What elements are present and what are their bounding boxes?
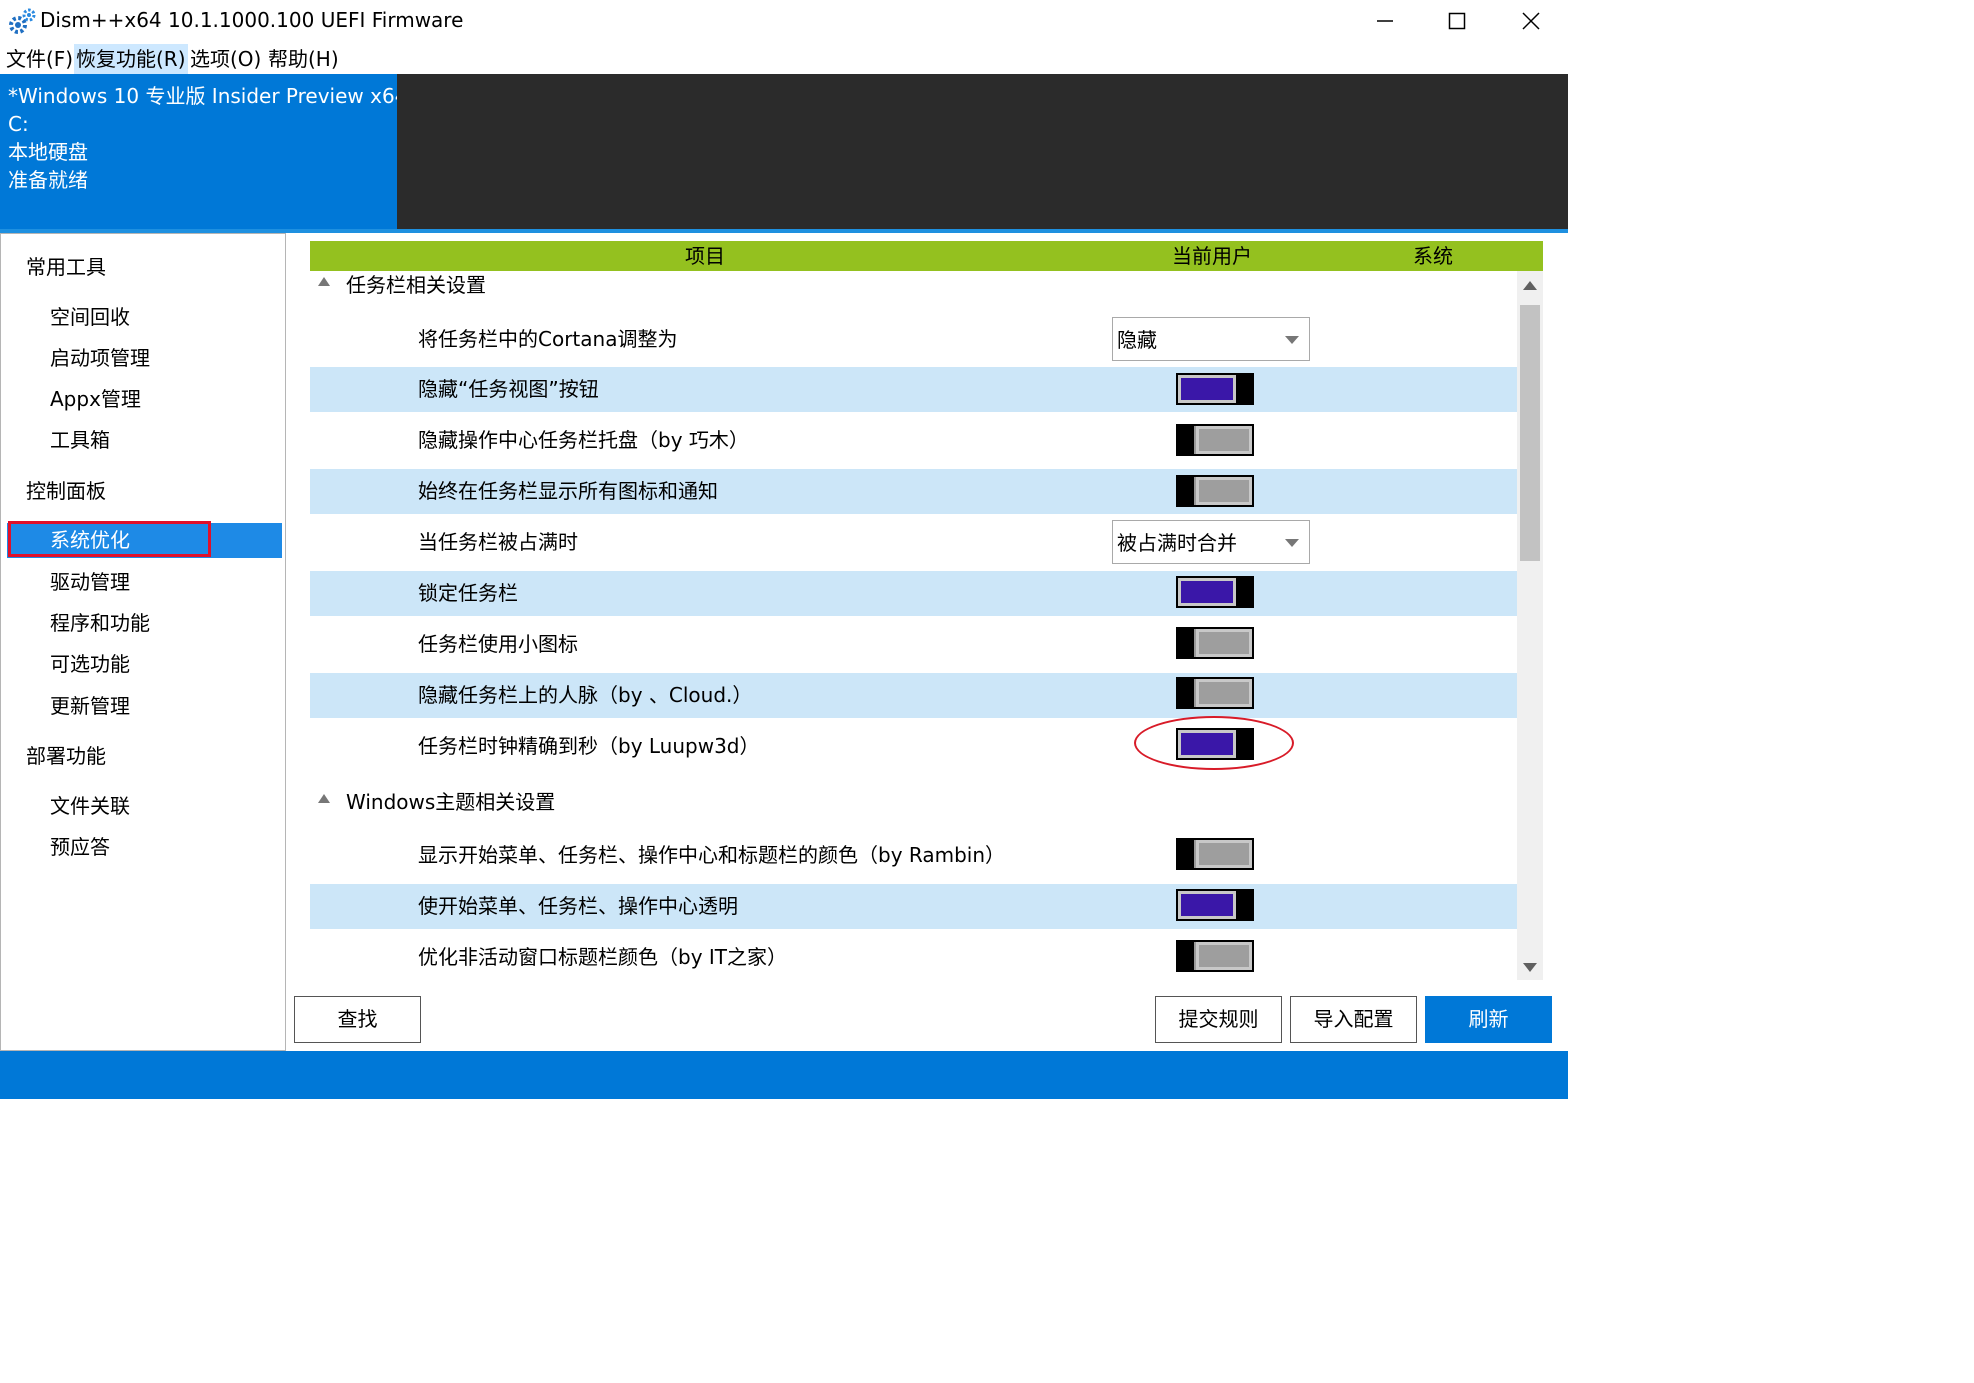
toggle-knob xyxy=(1176,677,1194,709)
image-list-area xyxy=(397,74,1568,232)
vertical-scrollbar[interactable] xyxy=(1517,271,1543,980)
toggle-knob xyxy=(1176,627,1194,659)
group-title: 任务栏相关设置 xyxy=(346,273,486,297)
row-label: 隐藏操作中心任务栏托盘（by 巧木） xyxy=(418,428,749,452)
table-row[interactable]: 当任务栏被占满时 被占满时合并 xyxy=(310,516,1517,568)
dropdown-value: 被占满时合并 xyxy=(1117,531,1237,555)
taskbar-full-dropdown[interactable]: 被占满时合并 xyxy=(1112,520,1310,564)
close-icon xyxy=(1522,12,1540,30)
sidebar-item-file-assoc[interactable]: 文件关联 xyxy=(50,789,130,823)
sidebar-item-space-reclaim[interactable]: 空间回收 xyxy=(50,300,130,334)
group-windows-theme[interactable]: Windows主题相关设置 xyxy=(310,784,1517,820)
gear-icon xyxy=(8,6,38,36)
toggle-knob xyxy=(1176,424,1194,456)
row-label: 隐藏任务栏上的人脉（by 、Cloud.） xyxy=(418,683,753,707)
table-row[interactable]: 始终在任务栏显示所有图标和通知 xyxy=(310,469,1517,514)
table-row[interactable]: 使开始菜单、任务栏、操作中心透明 xyxy=(310,884,1517,929)
toggle-switch-off[interactable] xyxy=(1176,424,1254,456)
image-info-panel[interactable]: *Windows 10 专业版 Insider Preview x64 C: 本… xyxy=(0,74,407,232)
table-row[interactable]: 隐藏操作中心任务栏托盘（by 巧木） xyxy=(310,418,1517,463)
import-config-button[interactable]: 导入配置 xyxy=(1290,996,1417,1043)
sidebar-item-appx[interactable]: Appx管理 xyxy=(50,382,141,416)
chevron-down-icon xyxy=(1285,336,1299,344)
table-row[interactable]: 锁定任务栏 xyxy=(310,571,1517,616)
menu-recovery[interactable]: 恢复功能(R) xyxy=(74,44,188,74)
table-row[interactable]: 显示开始菜单、任务栏、操作中心和标题栏的颜色（by Rambin） xyxy=(310,833,1517,878)
sidebar-item-system-optimize[interactable]: 系统优化 xyxy=(50,523,130,557)
window-title: Dism++x64 10.1.1000.100 UEFI Firmware xyxy=(40,8,464,32)
group-title: Windows主题相关设置 xyxy=(346,790,556,814)
toggle-knob xyxy=(1236,373,1254,405)
menu-help[interactable]: 帮助(H) xyxy=(266,44,341,74)
minimize-icon xyxy=(1377,20,1393,22)
image-drive: C: xyxy=(8,112,29,136)
sidebar-item-programs[interactable]: 程序和功能 xyxy=(50,606,150,640)
menu-file[interactable]: 文件(F) xyxy=(4,44,75,74)
table-row[interactable]: 隐藏“任务视图”按钮 xyxy=(310,367,1517,412)
row-label: 始终在任务栏显示所有图标和通知 xyxy=(418,479,718,503)
refresh-button[interactable]: 刷新 xyxy=(1425,996,1552,1043)
dropdown-value: 隐藏 xyxy=(1117,328,1157,352)
sidebar-item-optional-features[interactable]: 可选功能 xyxy=(50,647,130,681)
annotation-red-circle xyxy=(1134,716,1294,770)
toggle-switch-on[interactable] xyxy=(1176,373,1254,405)
toggle-knob xyxy=(1236,889,1254,921)
toggle-knob xyxy=(1176,475,1194,507)
scroll-up-arrow-icon[interactable] xyxy=(1523,281,1537,290)
status-bar xyxy=(0,1051,1568,1099)
group-taskbar[interactable]: 任务栏相关设置 xyxy=(310,267,1517,303)
image-os-name: *Windows 10 专业版 Insider Preview x64 xyxy=(8,84,408,108)
toggle-switch-off[interactable] xyxy=(1176,475,1254,507)
row-label: 隐藏“任务视图”按钮 xyxy=(418,377,599,401)
sidebar-item-toolbox[interactable]: 工具箱 xyxy=(50,423,110,457)
table-row[interactable]: 隐藏任务栏上的人脉（by 、Cloud.） xyxy=(310,673,1517,718)
toggle-knob xyxy=(1176,940,1194,972)
row-label: 锁定任务栏 xyxy=(418,581,518,605)
find-button[interactable]: 查找 xyxy=(294,996,421,1043)
toggle-switch-off[interactable] xyxy=(1176,677,1254,709)
chevron-down-icon xyxy=(1285,539,1299,547)
toggle-switch-off[interactable] xyxy=(1176,940,1254,972)
maximize-icon xyxy=(1448,12,1466,30)
row-label: 优化非活动窗口标题栏颜色（by IT之家） xyxy=(418,945,788,969)
toggle-switch-off[interactable] xyxy=(1176,838,1254,870)
toggle-switch-on[interactable] xyxy=(1176,576,1254,608)
row-label: 当任务栏被占满时 xyxy=(418,530,578,554)
collapse-triangle-icon[interactable] xyxy=(318,794,330,803)
row-label: 将任务栏中的Cortana调整为 xyxy=(418,327,678,351)
scroll-down-arrow-icon[interactable] xyxy=(1523,963,1537,972)
toggle-switch-on[interactable] xyxy=(1176,889,1254,921)
toggle-switch-off[interactable] xyxy=(1176,627,1254,659)
sidebar-item-startup[interactable]: 启动项管理 xyxy=(50,341,150,375)
image-status: 准备就绪 xyxy=(8,168,88,192)
table-row[interactable]: 将任务栏中的Cortana调整为 隐藏 xyxy=(310,313,1517,365)
sidebar-item-answer-file[interactable]: 预应答 xyxy=(50,830,110,864)
maximize-button[interactable] xyxy=(1420,0,1494,42)
row-label: 任务栏时钟精确到秒（by Luupw3d） xyxy=(418,734,760,758)
close-button[interactable] xyxy=(1494,0,1568,42)
row-label: 显示开始菜单、任务栏、操作中心和标题栏的颜色（by Rambin） xyxy=(418,843,1006,867)
scroll-thumb[interactable] xyxy=(1520,305,1540,561)
title-bar: Dism++x64 10.1.1000.100 UEFI Firmware xyxy=(0,0,1568,42)
sidebar-group-common-tools[interactable]: 常用工具 xyxy=(26,250,106,284)
minimize-button[interactable] xyxy=(1348,0,1422,42)
image-disk-type: 本地硬盘 xyxy=(8,140,88,164)
sidebar-group-control-panel[interactable]: 控制面板 xyxy=(26,474,106,508)
menu-options[interactable]: 选项(O) xyxy=(188,44,263,74)
menu-bar: 文件(F) 恢复功能(R) 选项(O) 帮助(H) xyxy=(0,42,1568,74)
collapse-triangle-icon[interactable] xyxy=(318,277,330,286)
cortana-dropdown[interactable]: 隐藏 xyxy=(1112,317,1310,361)
toggle-knob xyxy=(1236,576,1254,608)
sidebar-group-deploy[interactable]: 部署功能 xyxy=(26,739,106,773)
sidebar-item-drivers[interactable]: 驱动管理 xyxy=(50,565,130,599)
table-row[interactable]: 任务栏时钟精确到秒（by Luupw3d） xyxy=(310,724,1517,769)
table-row[interactable]: 任务栏使用小图标 xyxy=(310,622,1517,667)
table-row[interactable]: 优化非活动窗口标题栏颜色（by IT之家） xyxy=(310,935,1517,980)
row-label: 使开始菜单、任务栏、操作中心透明 xyxy=(418,894,738,918)
submit-rules-button[interactable]: 提交规则 xyxy=(1155,996,1282,1043)
row-label: 任务栏使用小图标 xyxy=(418,632,578,656)
sidebar-item-updates[interactable]: 更新管理 xyxy=(50,689,130,723)
toggle-knob xyxy=(1176,838,1194,870)
sidebar: 常用工具 空间回收 启动项管理 Appx管理 工具箱 控制面板 系统优化 驱动管… xyxy=(0,233,286,1051)
